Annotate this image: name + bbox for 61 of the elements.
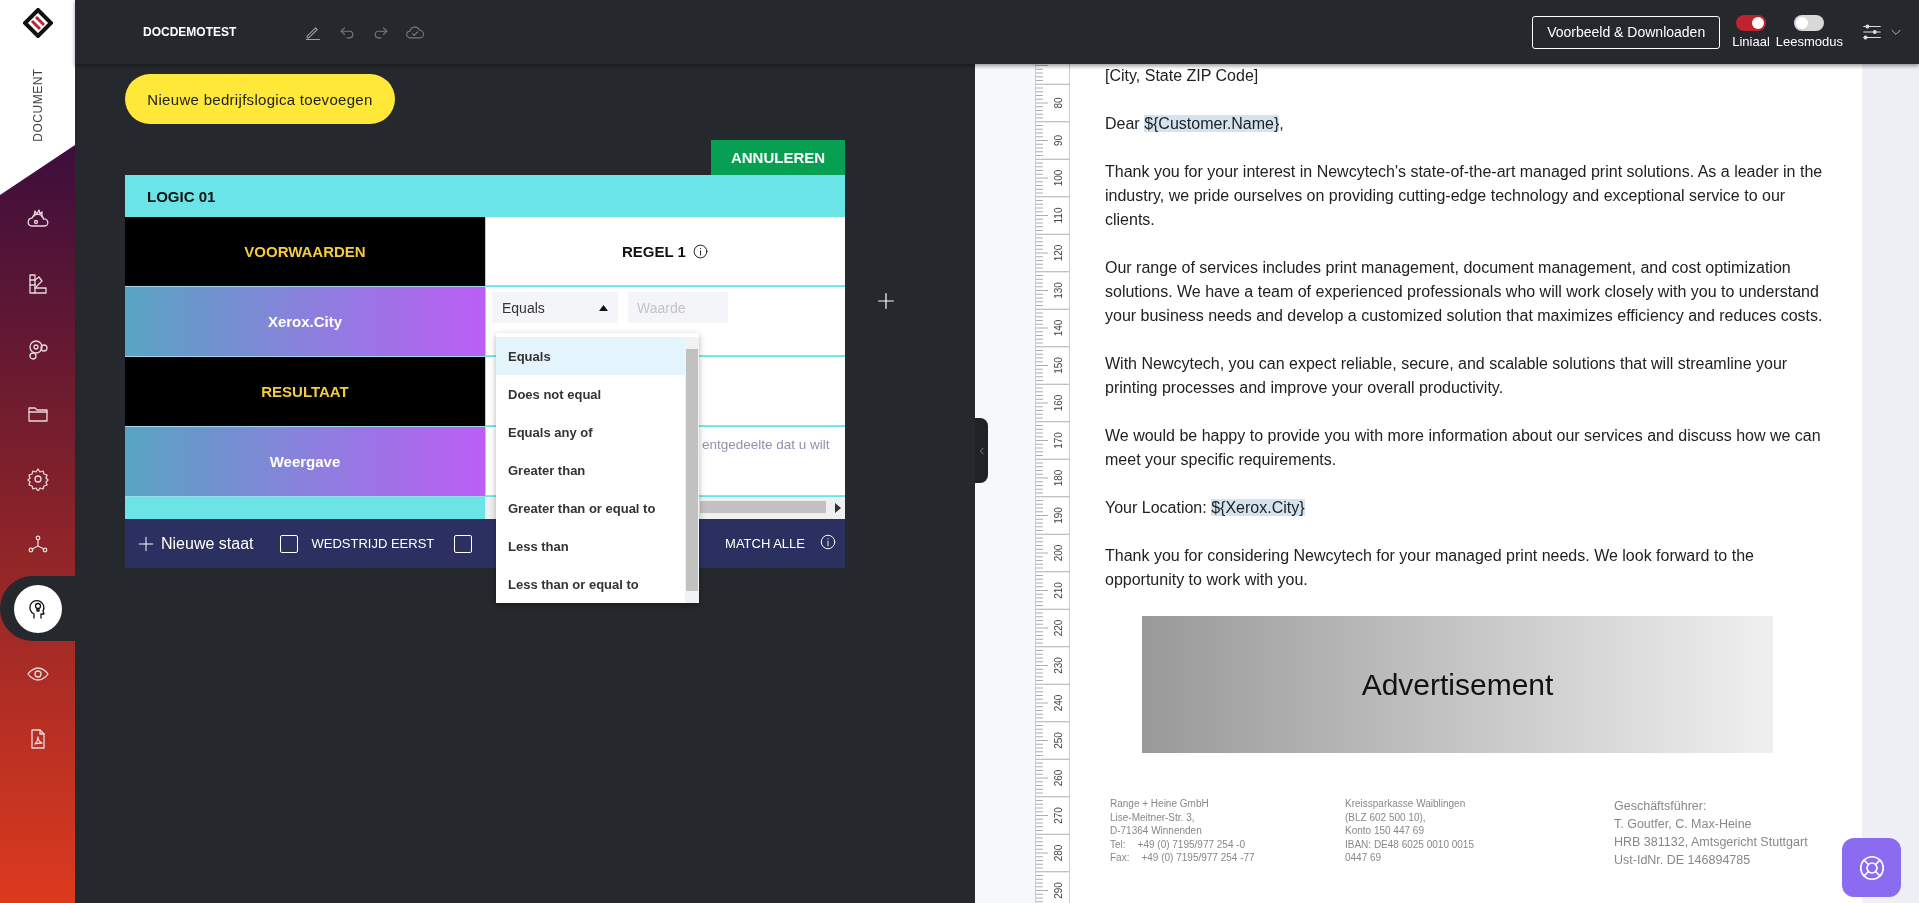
ruler-label: 80: [1053, 97, 1064, 109]
sidebar-title: DOCUMENT: [30, 67, 45, 144]
footer-text: T. Goutfer, C. Max-Heine: [1614, 816, 1753, 833]
document-title: DOCDEMOTEST: [143, 25, 238, 39]
footer-text: D-71364 Winnenden: [1110, 824, 1203, 838]
ruler-label: 130: [1053, 282, 1064, 299]
ruler-label: 150: [1053, 357, 1064, 374]
footer-text: Konto 150 447 69: [1345, 824, 1425, 838]
letter-paragraph: Dear ${Customer.Name},: [1105, 114, 1285, 134]
letter-paragraph: [City, State ZIP Code]: [1105, 66, 1260, 86]
letter-paragraph: With Newcytech, you can expect reliable, secure, and scalable solutions that will streamline your printing processes and improve your overall productivity.: [1105, 354, 1789, 398]
merge-field: ${Xerox.City}: [1211, 499, 1305, 516]
footer-text: Kreissparkasse Waiblingen: [1345, 797, 1467, 811]
merge-field: ${Customer.Name}: [1144, 115, 1280, 132]
footer-text: HRB 381132, Amtsgericht Stuttgart: [1614, 834, 1808, 851]
footer-text: (BLZ 602 500 10),: [1345, 810, 1427, 824]
ruler-label: 190: [1053, 507, 1064, 524]
ruler-label: 180: [1053, 469, 1064, 487]
logic-title: LOGIC 01: [147, 187, 216, 205]
ruler-label: 210: [1053, 582, 1064, 599]
contact-number: +49 (0) 7195/977 254 -0: [1137, 837, 1246, 851]
footer-text: Lise-Meitner-Str. 3,: [1110, 810, 1196, 824]
ruler-label: 240: [1053, 694, 1064, 712]
footer-text: IBAN: DE48 6025 0010 0015: [1345, 837, 1475, 851]
ruler-label: 120: [1053, 244, 1064, 262]
field-cell: Xerox.City: [125, 287, 485, 357]
ruler-label: 160: [1053, 394, 1064, 412]
ruler-label: 250: [1053, 732, 1064, 749]
banner-text: Advertisement: [1361, 667, 1554, 702]
ruler-label: 230: [1053, 657, 1064, 674]
checkbox-label: WEDSTRIJD EERST: [311, 536, 435, 551]
ruler-label: 220: [1053, 619, 1064, 637]
contact-label: Tel:: [1110, 837, 1126, 851]
contact-number: +49 (0) 7195/977 254 -77: [1141, 851, 1255, 865]
footer-text: 0447 69: [1345, 851, 1383, 865]
contact-label: Fax:: [1110, 851, 1130, 865]
ruler-label: 170: [1053, 432, 1064, 449]
ruler-label: 90: [1053, 134, 1064, 147]
letter-paragraph: Your Location: ${Xerox.City}: [1105, 498, 1306, 518]
letter-paragraph: We would be happy to provide you with more information about our services and discuss how we can meet your specific requirements.: [1105, 426, 1822, 470]
ruler-label: 110: [1053, 207, 1064, 224]
section-header: RESULTAAT: [125, 357, 485, 427]
letter-paragraph: Thank you for considering Newcytech for your managed print needs. We look forward to the opportunity to work with you.: [1105, 546, 1755, 590]
field-cell: Weergave: [125, 427, 485, 497]
ruler-label: 260: [1053, 769, 1064, 787]
ruler-label: 200: [1053, 544, 1064, 562]
letter-paragraph: Thank you for your interest in Newcytech's state-of-the-art managed print solutions. As a leader in the industry, we pride ourselves on providing cutting-edge technology and exceptional service to our clients.: [1105, 162, 1824, 230]
ruler-label: 100: [1053, 169, 1064, 187]
ruler-label: 280: [1053, 844, 1064, 862]
footer-text: Geschäftsführer:: [1614, 798, 1708, 815]
footer-text: Range + Heine GmbH: [1110, 797, 1210, 811]
section-header: VOORWAARDEN: [125, 217, 485, 287]
ruler-label: 290: [1053, 882, 1064, 899]
ruler-label: 270: [1053, 807, 1064, 824]
toggle-label: Leesmodus: [1775, 34, 1843, 49]
footer-text: Ust-IdNr. DE 146894785: [1614, 852, 1752, 869]
match-label: MATCH ALLE: [725, 536, 805, 551]
toggle-label: Liniaal: [1732, 34, 1770, 49]
ruler-label: 140: [1053, 319, 1064, 337]
letter-paragraph: Our range of services includes print management, document management, and cost optimization solutions. We have a team of experienced professionals who will work closely with you to understand your business needs and develop a customized solution that maximizes efficiency and reduces costs.: [1105, 258, 1824, 326]
rule-title: REGEL 1: [622, 242, 686, 260]
